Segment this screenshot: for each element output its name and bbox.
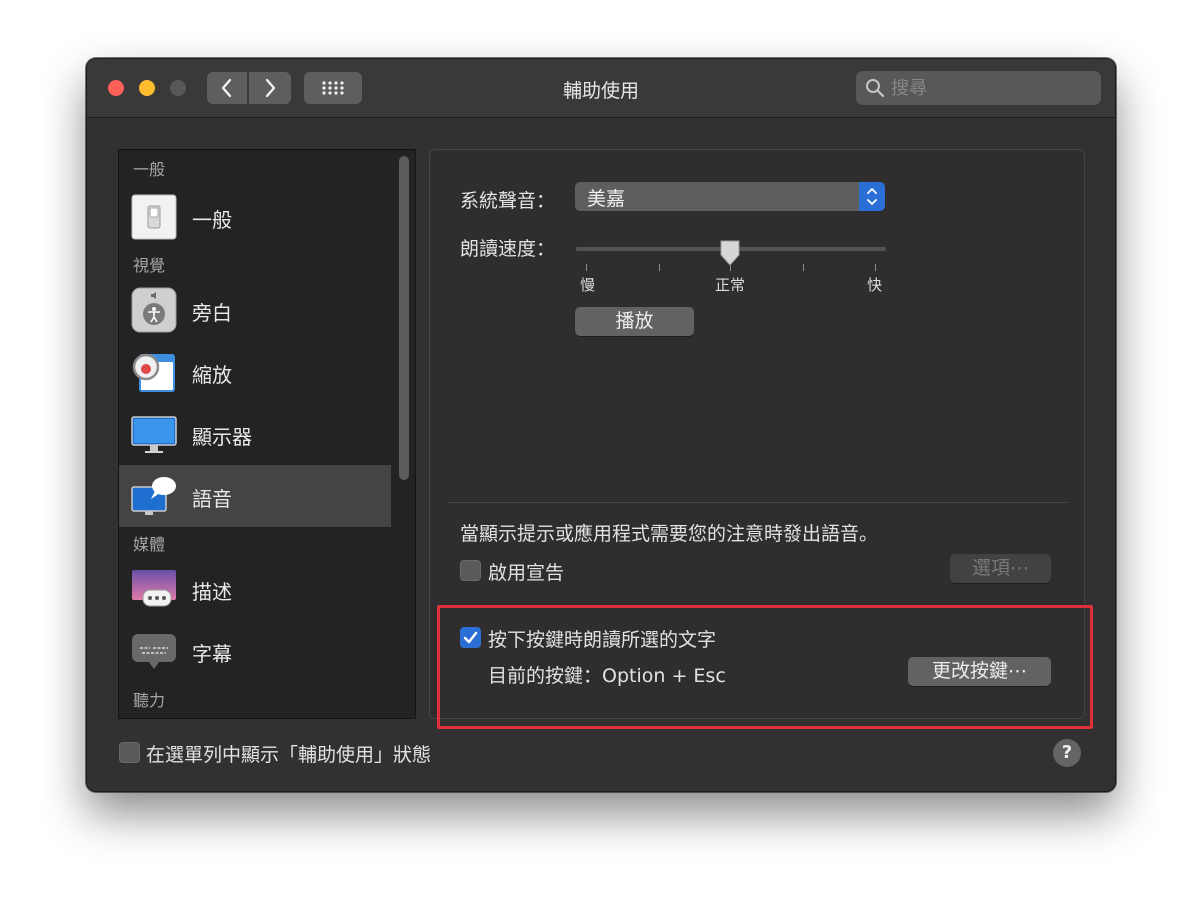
sidebar-item-label: 一般 [192, 208, 232, 232]
sidebar-item-label: 顯示器 [192, 425, 252, 449]
menu-bar-status-label: 在選單列中顯示「輔助使用」狀態 [146, 744, 432, 766]
sidebar-header-media: 媒體 [133, 535, 166, 554]
enable-announcements-label: 啟用宣告 [488, 562, 565, 584]
announcement-options-button[interactable]: 選項⋯ [950, 554, 1051, 583]
sidebar: 一般 一般 視覺 旁白 縮放 顯示器 語音 媒體 描述 字幕 聽力 [118, 149, 416, 719]
preferences-window: 輔助使用 一般 一般 視覺 旁白 [86, 58, 1116, 792]
system-voice-popup[interactable]: 美嘉 [575, 182, 885, 211]
display-icon [131, 416, 177, 453]
popup-arrows [859, 182, 885, 211]
up-down-chevron-icon [867, 187, 877, 206]
switch-icon [131, 194, 177, 240]
rate-tick [875, 264, 876, 271]
title-bar: 輔助使用 [87, 59, 1115, 118]
sidebar-item-label: 字幕 [192, 642, 232, 666]
sidebar-item-voiceover[interactable]: 旁白 [119, 279, 391, 341]
sidebar-header-vision: 視覺 [133, 256, 166, 275]
system-voice-label: 系統聲音： [460, 190, 556, 212]
sidebar-item-label: 描述 [192, 580, 232, 604]
sidebar-item-captions[interactable]: 字幕 [119, 620, 391, 682]
sidebar-item-general[interactable]: 一般 [119, 186, 391, 248]
search-icon [866, 79, 885, 98]
sidebar-header-hearing: 聽力 [133, 691, 166, 710]
voiceover-icon [131, 287, 177, 333]
system-voice-value: 美嘉 [587, 188, 626, 210]
rate-normal-label: 正常 [715, 276, 746, 294]
sidebar-item-label: 旁白 [192, 301, 232, 325]
sidebar-item-descriptions[interactable]: 描述 [119, 558, 391, 620]
announcement-description: 當顯示提示或應用程式需要您的注意時發出語音。 [460, 523, 879, 545]
sidebar-item-display[interactable]: 顯示器 [119, 403, 391, 465]
sidebar-item-label: 縮放 [192, 363, 232, 387]
enable-announcements-checkbox[interactable] [460, 560, 481, 581]
slider-thumb[interactable] [719, 239, 741, 267]
descriptions-icon [132, 570, 176, 607]
section-divider [448, 502, 1068, 503]
sidebar-item-label: 語音 [192, 487, 232, 511]
sidebar-item-zoom[interactable]: 縮放 [119, 341, 391, 403]
sidebar-header-general: 一般 [133, 160, 166, 179]
speech-icon [131, 477, 176, 515]
search-field[interactable] [856, 71, 1101, 105]
search-input[interactable] [889, 76, 1093, 100]
captions-icon [132, 634, 176, 669]
play-button[interactable]: 播放 [575, 307, 694, 336]
highlight-box [437, 605, 1093, 729]
sidebar-item-speech[interactable]: 語音 [119, 465, 391, 527]
rate-slow-label: 慢 [580, 276, 596, 294]
rate-tick [659, 264, 660, 271]
speaking-rate-label: 朗讀速度： [460, 238, 556, 260]
rate-fast-label: 快 [867, 276, 883, 294]
help-button[interactable]: ? [1053, 739, 1081, 767]
zoom-icon [132, 353, 175, 392]
rate-tick [730, 264, 731, 271]
rate-tick [586, 264, 587, 271]
sidebar-scrollbar[interactable] [399, 156, 409, 480]
menu-bar-status-checkbox[interactable] [119, 742, 140, 763]
rate-tick [803, 264, 804, 271]
